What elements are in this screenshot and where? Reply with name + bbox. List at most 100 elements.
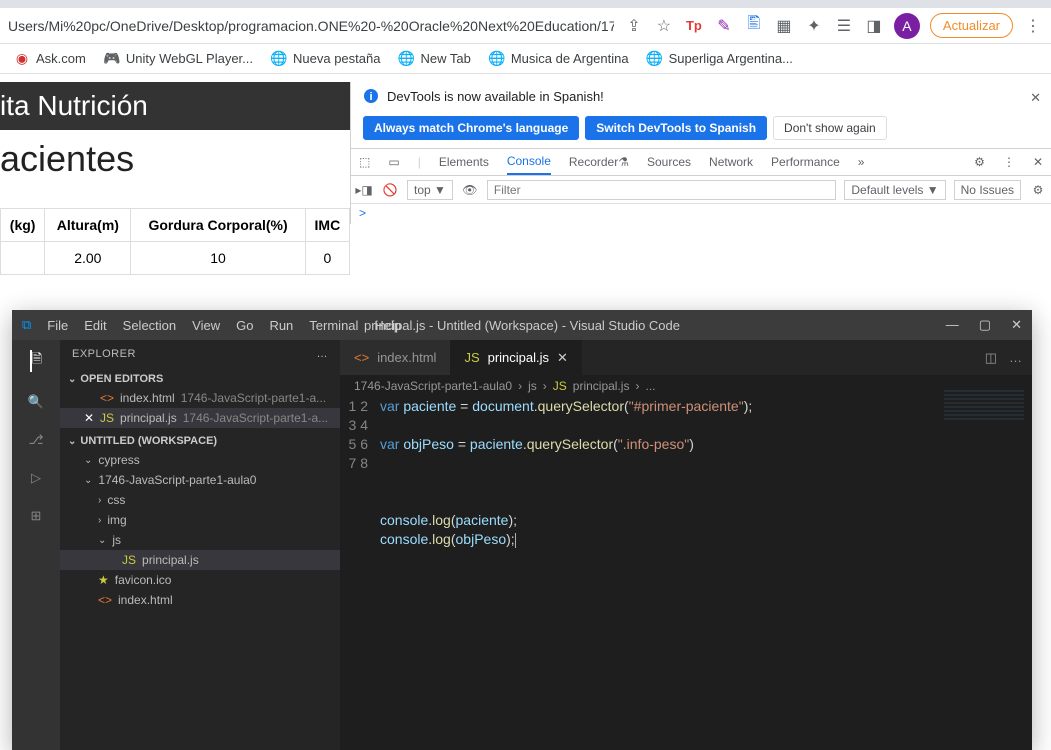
minimize-icon[interactable]: — xyxy=(946,317,959,333)
menu-edit[interactable]: Edit xyxy=(84,318,106,333)
cell-kg xyxy=(1,242,45,275)
folder-img[interactable]: ›img xyxy=(60,510,340,530)
folder-js[interactable]: ⌄js xyxy=(60,530,340,550)
open-editor-principal[interactable]: ✕ JS principal.js 1746-JavaScript-parte1… xyxy=(60,408,340,428)
tab-elements[interactable]: Elements xyxy=(439,149,489,175)
split-editor-icon[interactable]: ◫ xyxy=(985,350,997,366)
live-expression-icon[interactable]: 👁 xyxy=(457,183,483,197)
menu-terminal[interactable]: Terminal xyxy=(309,318,358,333)
tab-console[interactable]: Console xyxy=(507,149,551,175)
file-index-html[interactable]: <>index.html xyxy=(60,590,340,610)
cell-altura: 2.00 xyxy=(45,242,131,275)
debug-icon[interactable]: ▷ xyxy=(31,470,41,486)
console-filter-input[interactable] xyxy=(487,180,836,200)
console-settings-icon[interactable]: ⚙ xyxy=(1025,183,1051,197)
maximize-icon[interactable]: ▢ xyxy=(979,317,991,333)
window-title: principal.js - Untitled (Workspace) - Vi… xyxy=(364,318,680,333)
bookmark-nueva[interactable]: 🌐Nueva pestaña xyxy=(271,51,380,67)
profile-avatar[interactable]: A xyxy=(894,13,920,39)
bookmark-musica[interactable]: 🌐Musica de Argentina xyxy=(489,51,629,67)
editor-area: <>index.html JSprincipal.js✕ ◫ … 1746-Ja… xyxy=(340,340,1032,750)
editor-more-icon[interactable]: … xyxy=(1009,350,1022,365)
js-file-icon: JS xyxy=(122,553,136,567)
extensions-activity-icon[interactable]: ⊞ xyxy=(31,508,42,524)
extensions-icon[interactable]: ✦ xyxy=(804,16,824,36)
line-gutter: 1 2 3 4 5 6 7 8 xyxy=(340,397,380,549)
open-editor-index[interactable]: <> index.html 1746-JavaScript-parte1-a..… xyxy=(60,388,340,408)
code-content[interactable]: var paciente = document.querySelector("#… xyxy=(380,397,752,549)
sidebar-more-icon[interactable]: … xyxy=(317,348,329,360)
html-file-icon: <> xyxy=(354,350,369,365)
page-subtitle: acientes xyxy=(0,130,350,188)
folder-project[interactable]: ⌄1746-JavaScript-parte1-aula0 xyxy=(60,470,340,490)
workspace-section[interactable]: ⌄UNTITLED (WORKSPACE) xyxy=(60,432,340,450)
menu-go[interactable]: Go xyxy=(236,318,253,333)
bookmark-superliga[interactable]: 🌐Superliga Argentina... xyxy=(647,51,793,67)
menu-selection[interactable]: Selection xyxy=(123,318,176,333)
favicon-file-icon: ★ xyxy=(98,573,109,587)
folder-cypress[interactable]: ⌄cypress xyxy=(60,450,340,470)
source-control-icon[interactable]: ⎇ xyxy=(29,432,44,448)
bookmarks-bar: ◉Ask.com 🎮Unity WebGL Player... 🌐Nueva p… xyxy=(0,44,1051,74)
tab-network[interactable]: Network xyxy=(709,149,753,175)
html-file-icon: <> xyxy=(100,391,114,405)
breadcrumb[interactable]: 1746-JavaScript-parte1-aula0› js› JSprin… xyxy=(340,375,1032,397)
bookmark-unity[interactable]: 🎮Unity WebGL Player... xyxy=(104,51,253,67)
bookmark-ask[interactable]: ◉Ask.com xyxy=(14,51,86,67)
folder-css[interactable]: ›css xyxy=(60,490,340,510)
inspect-icon[interactable]: ⬚ xyxy=(359,155,370,169)
text-cursor xyxy=(515,533,516,548)
menu-view[interactable]: View xyxy=(192,318,220,333)
console-output[interactable]: > xyxy=(351,204,1051,224)
issues-counter[interactable]: No Issues xyxy=(954,180,1021,200)
file-principal-js[interactable]: JSprincipal.js xyxy=(60,550,340,570)
explorer-icon[interactable]: 🗎 xyxy=(30,350,42,372)
always-match-button[interactable]: Always match Chrome's language xyxy=(363,116,579,140)
switch-devtools-button[interactable]: Switch DevTools to Spanish xyxy=(585,116,767,140)
devtools-infobar: i DevTools is now available in Spanish! … xyxy=(351,82,1051,110)
vscode-logo-icon: ⧉ xyxy=(22,317,31,333)
devtools-menu-icon[interactable]: ⋮ xyxy=(1003,155,1015,169)
close-window-icon[interactable]: ✕ xyxy=(1011,317,1022,333)
log-levels-select[interactable]: Default levels ▼ xyxy=(844,180,945,200)
ext-tp-icon[interactable]: Tp xyxy=(684,16,704,36)
star-icon[interactable]: ☆ xyxy=(654,16,674,36)
bookmark-newtab[interactable]: 🌐New Tab xyxy=(398,51,470,67)
update-chrome-button[interactable]: Actualizar xyxy=(930,13,1013,38)
col-gordura: Gordura Corporal(%) xyxy=(131,209,305,242)
tab-sources[interactable]: Sources xyxy=(647,149,691,175)
search-icon[interactable]: 🔍 xyxy=(28,394,44,410)
minimap[interactable] xyxy=(944,390,1024,420)
editor-tab-principal[interactable]: JSprincipal.js✕ xyxy=(450,340,582,375)
console-prompt: > xyxy=(359,206,366,220)
infobar-text: DevTools is now available in Spanish! xyxy=(387,89,604,104)
activity-bar: 🗎 🔍 ⎇ ▷ ⊞ xyxy=(12,340,60,750)
menu-file[interactable]: File xyxy=(47,318,68,333)
devtools-close-icon[interactable]: ✕ xyxy=(1033,155,1043,169)
execution-context-select[interactable]: top ▼ xyxy=(407,180,453,200)
ext-pdf-icon[interactable]: 🖺 xyxy=(744,16,764,36)
menu-run[interactable]: Run xyxy=(269,318,293,333)
clear-console-icon[interactable]: 🚫 xyxy=(377,183,403,197)
reading-list-icon[interactable]: ☰ xyxy=(834,16,854,36)
tab-performance[interactable]: Performance xyxy=(771,149,840,175)
close-tab-icon[interactable]: ✕ xyxy=(557,350,568,366)
file-favicon[interactable]: ★favicon.ico xyxy=(60,570,340,590)
code-editor[interactable]: 1 2 3 4 5 6 7 8 var paciente = document.… xyxy=(340,397,1032,549)
more-tabs-icon[interactable]: » xyxy=(858,155,865,169)
tab-recorder[interactable]: Recorder ⚗ xyxy=(569,149,629,175)
ext-wand-icon[interactable]: ✎ xyxy=(714,16,734,36)
share-icon[interactable]: ⇪ xyxy=(624,16,644,36)
editor-tab-index[interactable]: <>index.html xyxy=(340,340,450,375)
chrome-menu-icon[interactable]: ⋮ xyxy=(1023,16,1043,36)
device-icon[interactable]: ▭ xyxy=(388,155,399,169)
ext-se-icon[interactable]: ▦ xyxy=(774,16,794,36)
console-sidebar-icon[interactable]: ▸◨ xyxy=(351,183,377,197)
infobar-close-icon[interactable]: ✕ xyxy=(1030,90,1041,106)
devtools-settings-icon[interactable]: ⚙ xyxy=(974,155,985,169)
console-toolbar: ▸◨ 🚫 top ▼ 👁 Default levels ▼ No Issues … xyxy=(351,176,1051,204)
open-editors-section[interactable]: ⌄OPEN EDITORS xyxy=(60,370,340,388)
svg-text:i: i xyxy=(369,91,372,103)
dont-show-button[interactable]: Don't show again xyxy=(773,116,887,140)
sidepanel-icon[interactable]: ◨ xyxy=(864,16,884,36)
